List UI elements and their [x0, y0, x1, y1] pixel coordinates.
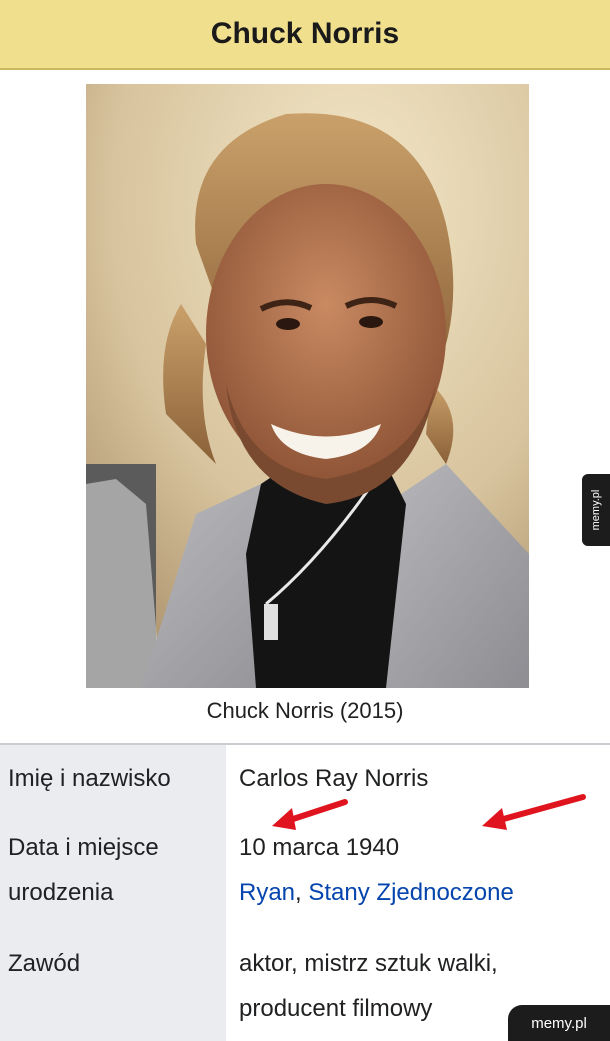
- label-birth-line1: Data i miejsce: [8, 834, 159, 861]
- watermark-side-text: memy.pl: [590, 489, 602, 531]
- label-full-name: Imię i nazwisko: [8, 765, 171, 792]
- portrait-photo[interactable]: [86, 84, 529, 688]
- birth-city-link[interactable]: Ryan: [239, 879, 295, 906]
- label-birth-line2: urodzenia: [8, 879, 114, 906]
- portrait-image: [86, 84, 529, 688]
- birth-country-link[interactable]: Stany Zjednoczone: [308, 879, 513, 906]
- label-occupation: Zawód: [8, 950, 81, 977]
- infobox-title: Chuck Norris: [0, 0, 610, 70]
- watermark-side: memy.pl: [582, 474, 610, 546]
- value-birth-date: 10 marca 1940: [239, 834, 400, 861]
- infobox-table: Imię i nazwisko Carlos Ray Norris Data i…: [0, 743, 610, 1041]
- value-full-name: Carlos Ray Norris: [239, 765, 429, 792]
- photo-caption: Chuck Norris (2015): [206, 698, 404, 723]
- watermark-corner: memy.pl: [508, 1005, 610, 1041]
- wikipedia-infobox-page: Chuck Norris Chuck Norris (2015) Imię i …: [0, 0, 610, 1041]
- value-occupation-line1: aktor, mistrz sztuk walki,: [239, 950, 498, 977]
- birth-place-separator: ,: [295, 879, 309, 906]
- value-birth-place: Ryan, Stany Zjednoczone: [239, 870, 599, 915]
